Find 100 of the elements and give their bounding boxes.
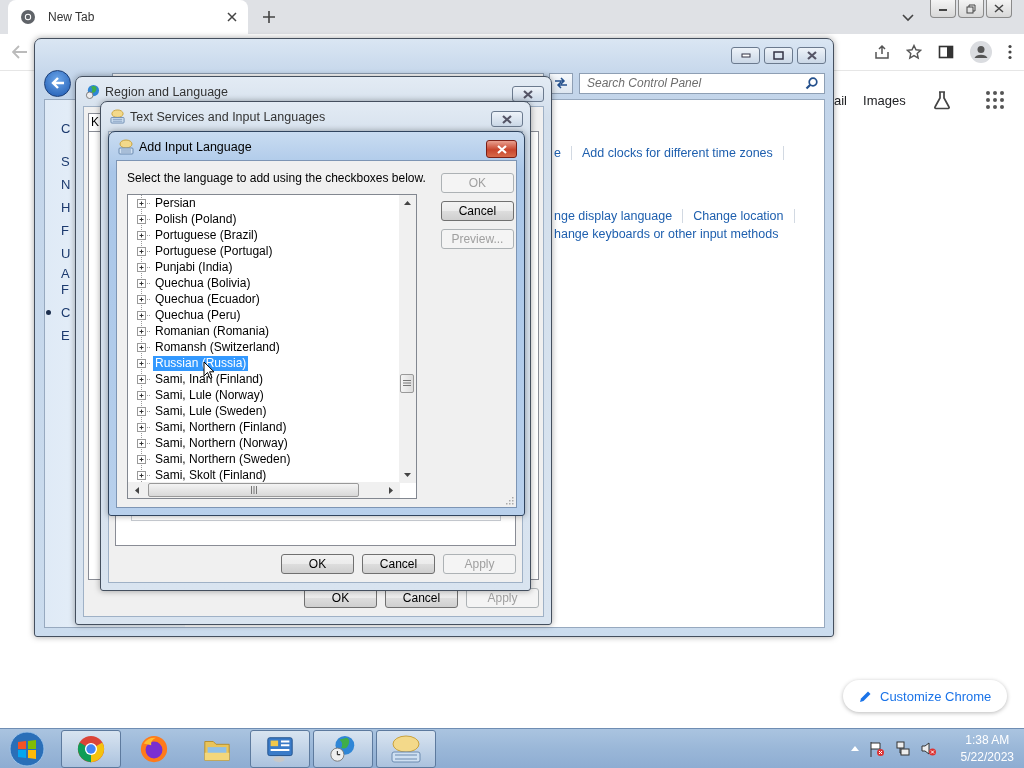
close-icon [495, 144, 508, 154]
expand-icon[interactable] [137, 407, 152, 417]
scroll-right-arrow-icon[interactable] [389, 486, 393, 494]
apps-grid-icon[interactable] [985, 91, 1004, 109]
tree-item[interactable]: Sami, Northern (Finland) [153, 420, 289, 436]
network-icon[interactable] [894, 740, 911, 757]
search-field[interactable]: Search Control Panel [579, 72, 825, 94]
expand-icon[interactable] [137, 263, 152, 273]
maximize-button[interactable] [764, 47, 793, 64]
close-button[interactable] [491, 111, 523, 127]
horizontal-scrollbar[interactable] [128, 482, 400, 498]
tree-item[interactable]: Romansh (Switzerland) [153, 340, 282, 356]
dialog-button[interactable]: Cancel [362, 554, 435, 574]
tree-item[interactable]: Polish (Poland) [153, 212, 239, 228]
dialog-button[interactable]: OK [281, 554, 354, 574]
sidebar-link[interactable]: F [61, 281, 69, 297]
close-button[interactable] [486, 140, 517, 158]
tree-item[interactable]: Portuguese (Brazil) [153, 228, 260, 244]
sidebar-link[interactable]: U [61, 246, 71, 261]
tree-item[interactable]: Sami, Northern (Sweden) [153, 452, 293, 468]
taskbar-app-button[interactable] [313, 729, 373, 768]
share-icon[interactable] [874, 44, 890, 60]
scroll-down-arrow-icon[interactable] [404, 472, 411, 477]
settings-link[interactable]: hange keyboards or other input methods [554, 227, 779, 241]
chevron-down-icon[interactable] [902, 14, 914, 22]
settings-link[interactable]: Change location [693, 209, 795, 223]
minimize-button[interactable] [731, 47, 760, 64]
tree-item[interactable]: Sami, Inari (Finland) [153, 372, 266, 388]
dialog-button[interactable]: Cancel [440, 201, 514, 221]
expand-icon[interactable] [137, 375, 152, 385]
profile-icon[interactable] [970, 41, 992, 63]
taskbar-app-button[interactable] [376, 729, 436, 768]
pencil-icon [859, 689, 872, 703]
sidebar-link[interactable]: C [61, 305, 71, 320]
close-button[interactable] [512, 86, 544, 102]
customize-chrome-button[interactable]: Customize Chrome [843, 680, 1008, 712]
expand-icon[interactable] [137, 359, 152, 369]
scroll-up-arrow-icon[interactable] [404, 200, 411, 205]
expand-icon[interactable] [137, 439, 152, 449]
expand-icon[interactable] [137, 471, 152, 481]
back-button[interactable] [44, 69, 71, 97]
scroll-thumb-grip-icon[interactable] [403, 380, 411, 387]
tree-item[interactable]: Sami, Lule (Norway) [153, 388, 266, 404]
restore-button[interactable] [958, 0, 984, 18]
tree-item[interactable]: Quechua (Bolivia) [153, 276, 253, 292]
side-panel-icon[interactable] [938, 44, 954, 60]
flag-icon[interactable] [868, 740, 885, 757]
close-icon[interactable] [227, 12, 237, 22]
window-title: Text Services and Input Languages [130, 109, 326, 124]
refresh-button[interactable] [549, 72, 573, 94]
expand-icon[interactable] [137, 327, 152, 337]
menu-icon[interactable] [1008, 44, 1012, 60]
images-link[interactable]: Images [863, 92, 906, 108]
expand-icon[interactable] [137, 247, 152, 257]
taskbar-app-button[interactable] [61, 729, 121, 768]
tree-item[interactable]: Romanian (Romania) [153, 324, 272, 340]
expand-icon[interactable] [137, 279, 152, 289]
sidebar-link[interactable]: F [61, 223, 69, 238]
expand-icon[interactable] [137, 391, 152, 401]
tree-item[interactable]: Quechua (Peru) [153, 308, 243, 324]
scroll-thumb-grip-icon[interactable] [250, 486, 257, 494]
browser-tab[interactable]: New Tab [8, 0, 248, 34]
scroll-left-arrow-icon[interactable] [135, 486, 139, 494]
vertical-scrollbar[interactable] [399, 194, 416, 483]
tree-item[interactable]: Sami, Lule (Sweden) [153, 404, 269, 420]
expand-icon[interactable] [137, 295, 152, 305]
gmail-link[interactable]: ail [834, 92, 847, 108]
close-button[interactable] [986, 0, 1012, 18]
expand-icon[interactable] [137, 231, 152, 241]
volume-muted-icon[interactable] [920, 740, 937, 757]
settings-link[interactable]: Add clocks for different time zones [581, 146, 784, 160]
sidebar-link[interactable]: H [61, 200, 71, 215]
settings-link[interactable]: nge display language [554, 209, 684, 223]
settings-link[interactable]: e [554, 146, 572, 160]
tree-item[interactable]: Quechua (Ecuador) [153, 292, 262, 308]
taskbar-app-button[interactable] [250, 729, 310, 768]
expand-icon[interactable] [137, 311, 152, 321]
tree-item[interactable]: Sami, Skolt (Finland) [153, 468, 269, 484]
resize-grip-icon[interactable] [506, 497, 514, 505]
globe-icon [85, 84, 100, 99]
new-tab-icon[interactable] [262, 10, 276, 24]
sidebar-link[interactable]: S [61, 154, 70, 169]
tree-item[interactable]: Punjabi (India) [153, 260, 235, 276]
expand-icon[interactable] [137, 423, 152, 433]
sidebar-link[interactable]: N [61, 177, 71, 192]
expand-icon[interactable] [137, 199, 152, 209]
close-button[interactable] [797, 47, 826, 64]
tree-item[interactable]: Portuguese (Portugal) [153, 244, 275, 260]
tree-item[interactable]: Sami, Northern (Norway) [153, 436, 290, 452]
expand-icon[interactable] [137, 215, 152, 225]
star-icon[interactable] [906, 44, 922, 60]
instruction-text: Select the language to add using the checkboxes below. [127, 171, 426, 187]
flask-icon[interactable] [931, 90, 952, 110]
sidebar-link[interactable]: C [61, 121, 71, 136]
minimize-button[interactable] [930, 0, 956, 18]
sidebar-link[interactable]: A [61, 265, 70, 281]
tree-item[interactable]: Persian [153, 196, 198, 212]
sidebar-link[interactable]: E [61, 328, 70, 343]
expand-icon[interactable] [137, 455, 152, 465]
expand-icon[interactable] [137, 343, 152, 353]
